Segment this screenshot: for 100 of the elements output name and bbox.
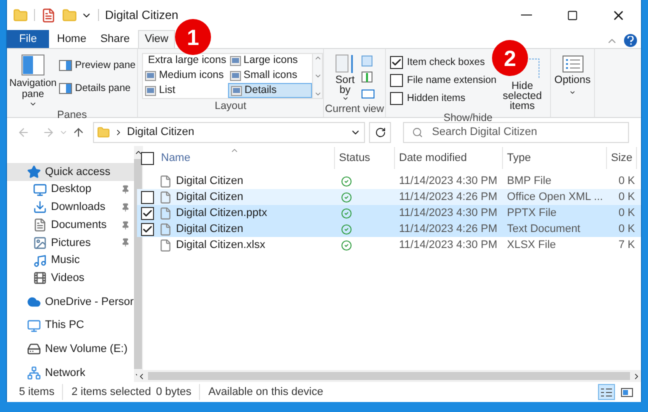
file-row[interactable]: Digital Citizen.xlsx 11/14/2023 4:30 PM XLSX File 7 K (137, 237, 641, 253)
nav-item[interactable]: Documents (7, 216, 134, 234)
date-cell-text: 11/14/2023 4:30 PM (398, 174, 498, 189)
details-view-icon (601, 388, 612, 396)
nav-item[interactable]: Quick access (7, 163, 134, 181)
column-header[interactable]: Status (335, 147, 395, 169)
view-icon (145, 70, 156, 81)
address-bar[interactable]: Digital Citizen (93, 122, 365, 142)
layout-option[interactable]: Extra large icons (143, 54, 228, 69)
star-icon (27, 164, 41, 179)
ribbon-tab[interactable]: View (138, 30, 176, 48)
ribbon-tab[interactable]: Home (51, 30, 92, 48)
file-row[interactable]: Digital Citizen 11/14/2023 4:30 PM BMP File 0 K (137, 173, 641, 189)
file-icon (159, 238, 172, 252)
sort-indicator-icon (230, 146, 239, 155)
row-checkbox[interactable] (141, 206, 154, 220)
sort-by-button[interactable]: Sort by (332, 53, 358, 102)
maximize-icon (566, 10, 578, 20)
column-header[interactable]: Date modified (395, 147, 503, 169)
ribbon-tab[interactable]: Share (94, 30, 136, 48)
nav-item[interactable]: Desktop (7, 180, 134, 198)
breadcrumb-separator-icon (114, 128, 123, 136)
film-icon (33, 271, 47, 286)
layout-option[interactable]: Details (228, 83, 312, 98)
size-cell-text: 7 K (617, 238, 636, 253)
nav-item[interactable]: Music (7, 252, 134, 270)
nav-item[interactable]: Downloads (7, 198, 134, 216)
file-name: Digital Citizen (176, 174, 244, 189)
checkbox[interactable] (390, 56, 403, 69)
file-row[interactable]: Digital Citizen.pptx 11/14/2023 4:30 PM PPTX File 0 K (137, 205, 641, 221)
refresh-button[interactable] (369, 122, 391, 142)
file-row[interactable]: Digital Citizen 11/14/2023 4:26 PM Text Document 0 K (137, 221, 641, 237)
caret-icon (29, 100, 37, 108)
monitor-icon (33, 182, 47, 197)
scroll-down-icon[interactable] (314, 72, 322, 80)
group-label: Layout (214, 99, 248, 114)
minimize-icon (520, 14, 532, 16)
row-checkbox[interactable] (141, 222, 154, 236)
size-cell-text: 0 K (617, 206, 636, 221)
column-header[interactable]: Name (157, 147, 335, 169)
music-icon (33, 254, 47, 268)
group-label: Panes (56, 108, 88, 123)
nav-item[interactable]: Pictures (7, 234, 134, 252)
layout-option[interactable]: Medium icons (143, 68, 228, 84)
layout-option[interactable]: Small icons (228, 68, 312, 84)
document-icon (33, 218, 47, 232)
nav-item[interactable]: OneDrive - Persor (7, 293, 134, 311)
column-header[interactable]: Type (503, 147, 607, 169)
scroll-left-icon (137, 372, 146, 380)
search-field[interactable]: Search Digital Citizen (403, 122, 629, 142)
nav-item[interactable]: Videos (7, 269, 134, 288)
options-button[interactable]: Options (554, 49, 591, 96)
column-header[interactable]: Size (607, 147, 637, 169)
hide-selected-button[interactable]: Hide selected items (496, 81, 548, 111)
nav-item[interactable]: This PC (7, 316, 134, 335)
refresh-icon (374, 126, 386, 138)
checkbox[interactable] (390, 74, 403, 87)
file-icon (159, 206, 172, 220)
download-icon (33, 200, 47, 214)
file-name: Digital Citizen.xlsx (176, 238, 266, 253)
expand-icon[interactable] (314, 90, 322, 98)
file-name: Digital Citizen (176, 190, 244, 205)
horizontal-scrollbar[interactable] (137, 370, 641, 382)
network-icon (27, 366, 41, 380)
callout-badge: 1 (175, 19, 211, 55)
select-all-checkbox[interactable] (141, 152, 154, 164)
file-tab[interactable]: File (7, 30, 49, 48)
size-cell-text: 0 K (617, 174, 636, 189)
properties-icon[interactable] (41, 8, 56, 22)
monitor-icon (27, 318, 41, 333)
check-icon (142, 224, 153, 234)
nav-item[interactable]: New Volume (E:) (7, 340, 134, 358)
sync-status-icon (341, 176, 352, 186)
row-checkbox[interactable] (141, 190, 154, 204)
drive-icon (27, 342, 41, 356)
date-cell-text: 11/14/2023 4:26 PM (398, 190, 498, 205)
size-cell-text: 0 K (617, 190, 636, 205)
checkbox[interactable] (390, 92, 403, 105)
type-cell-text: XLSX File (506, 238, 557, 253)
details-view-button[interactable] (598, 384, 615, 400)
scroll-up-icon[interactable] (314, 54, 322, 62)
up-icon[interactable] (72, 126, 85, 138)
view-icon (230, 56, 241, 66)
layout-option[interactable]: Large icons (228, 54, 312, 69)
size-columns-icon[interactable] (361, 87, 377, 99)
nav-item[interactable]: Network (7, 364, 134, 382)
details-pane-button[interactable]: Details pane (59, 81, 136, 96)
preview-pane-button[interactable]: Preview pane (59, 58, 136, 73)
type-cell-text: Text Document (506, 222, 582, 237)
layout-option[interactable]: List (143, 83, 228, 98)
date-cell-text: 11/14/2023 4:26 PM (398, 222, 498, 237)
file-row[interactable]: Digital Citizen 11/14/2023 4:26 PM Office Open XML ... 0 K (137, 189, 641, 205)
caret-icon (342, 95, 348, 102)
view-icon (145, 86, 156, 96)
help-icon[interactable] (624, 34, 637, 47)
navigation-pane-button[interactable]: Navigation pane (8, 54, 58, 108)
selection-size: 0 bytes (150, 384, 200, 400)
file-icon (159, 190, 172, 204)
cloud-icon (27, 295, 41, 309)
sort-icon (335, 53, 355, 75)
